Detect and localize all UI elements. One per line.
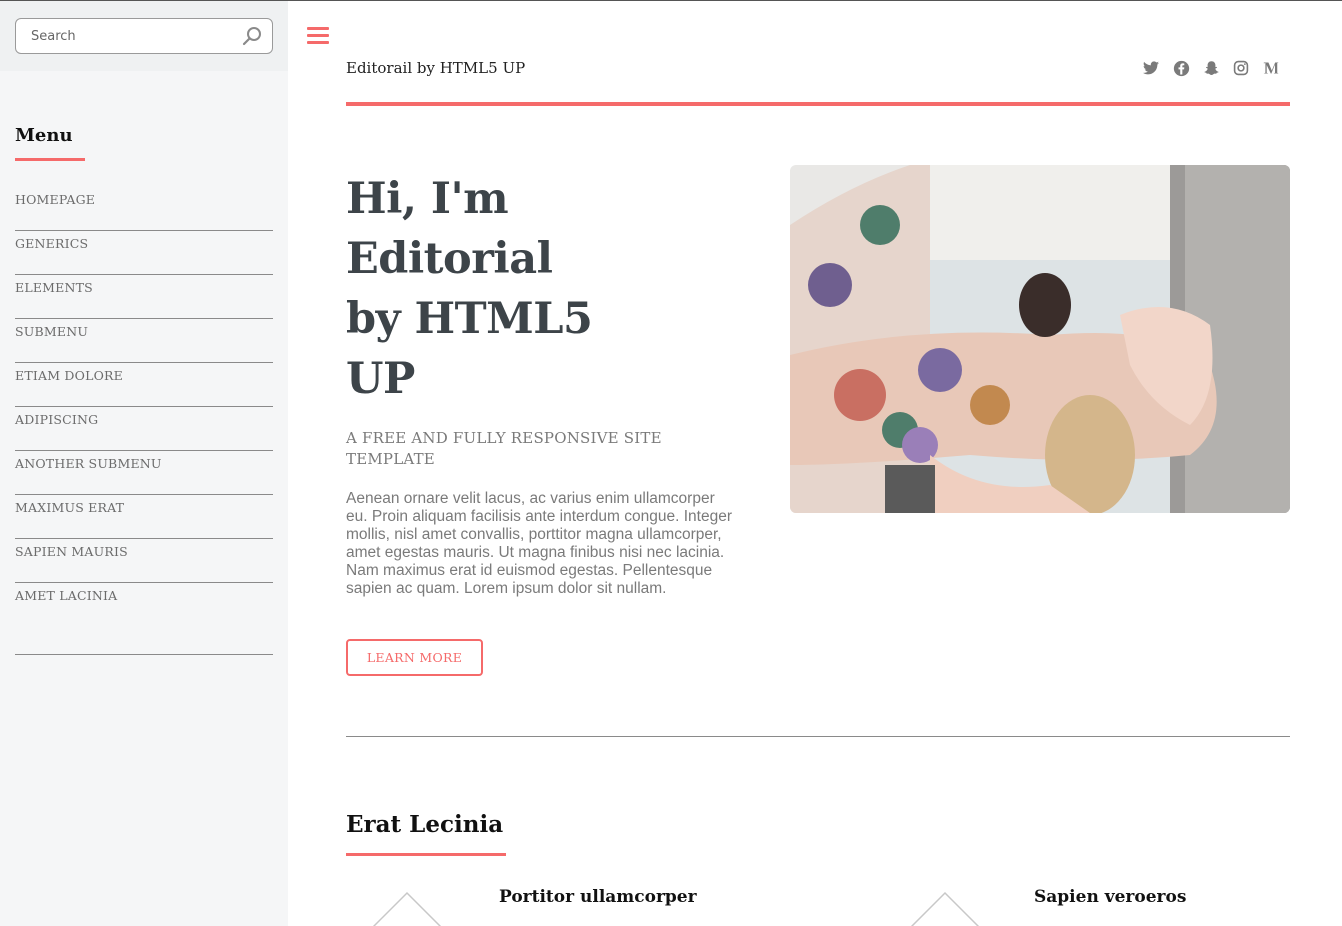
menu-item-generics[interactable]: GENERICS	[15, 231, 273, 275]
menu-item-sapien-mauris[interactable]: SAPIEN MAURIS	[15, 539, 273, 583]
social-links	[1142, 59, 1280, 77]
learn-more-button[interactable]: LEARN MORE	[346, 639, 483, 676]
hero-photo-illustration	[790, 165, 1290, 513]
section-title-underline	[346, 853, 506, 856]
hero-title: Hi, I'm Editorial by HTML5 UP	[346, 169, 676, 409]
hero-title-line: Hi, I'm	[346, 174, 509, 224]
menu-item-homepage[interactable]: HOMEPAGE	[15, 187, 273, 231]
menu-item-another-submenu[interactable]: ANOTHER SUBMENU	[15, 451, 273, 495]
feature-title: Sapien veroeros	[1034, 887, 1187, 907]
medium-icon[interactable]	[1262, 59, 1280, 77]
search-area	[0, 1, 288, 71]
menu-title-underline	[15, 158, 85, 161]
menu-item-amet-lacinia[interactable]: AMET LACINIA	[15, 583, 273, 643]
menu-item-submenu[interactable]: SUBMENU	[15, 319, 273, 363]
hero-title-line: by HTML5	[346, 294, 593, 344]
sidebar: Menu HOMEPAGE GENERICS ELEMENTS SUBMENU …	[0, 1, 288, 926]
hamburger-menu-icon[interactable]	[307, 27, 329, 45]
hero-body-text: Aenean ornare velit lacus, ac varius eni…	[346, 490, 732, 597]
hero-image	[790, 165, 1290, 513]
menu-list: HOMEPAGE GENERICS ELEMENTS SUBMENU ETIAM…	[15, 187, 273, 643]
menu-title: Menu	[15, 125, 73, 146]
site-title[interactable]: Editorail by HTML5 UP	[346, 59, 525, 77]
diamond-icon	[372, 891, 442, 926]
section-title: Erat Lecinia	[346, 811, 504, 838]
hero-title-line: UP	[346, 354, 415, 404]
hero-title-line: Editorial	[346, 234, 553, 284]
menu-item-elements[interactable]: ELEMENTS	[15, 275, 273, 319]
menu-item-etiam-dolore[interactable]: ETIAM DOLORE	[15, 363, 273, 407]
header-accent-bar	[346, 102, 1290, 106]
hero-subtitle: A FREE AND FULLY RESPONSIVE SITE TEMPLAT…	[346, 429, 662, 468]
menu-section: Menu HOMEPAGE GENERICS ELEMENTS SUBMENU …	[0, 125, 288, 643]
facebook-icon[interactable]	[1172, 59, 1190, 77]
menu-item-maximus-erat[interactable]: MAXIMUS ERAT	[15, 495, 273, 539]
section-divider	[346, 736, 1290, 737]
instagram-icon[interactable]	[1232, 59, 1250, 77]
search-icon[interactable]	[242, 26, 262, 46]
search-box[interactable]	[15, 18, 273, 54]
menu-item-adipiscing[interactable]: ADIPISCING	[15, 407, 273, 451]
search-input[interactable]	[16, 19, 226, 53]
twitter-icon[interactable]	[1142, 59, 1160, 77]
feature-title: Portitor ullamcorper	[499, 887, 697, 907]
snapchat-icon[interactable]	[1202, 59, 1220, 77]
menu-divider	[15, 654, 273, 655]
diamond-icon	[910, 891, 980, 926]
